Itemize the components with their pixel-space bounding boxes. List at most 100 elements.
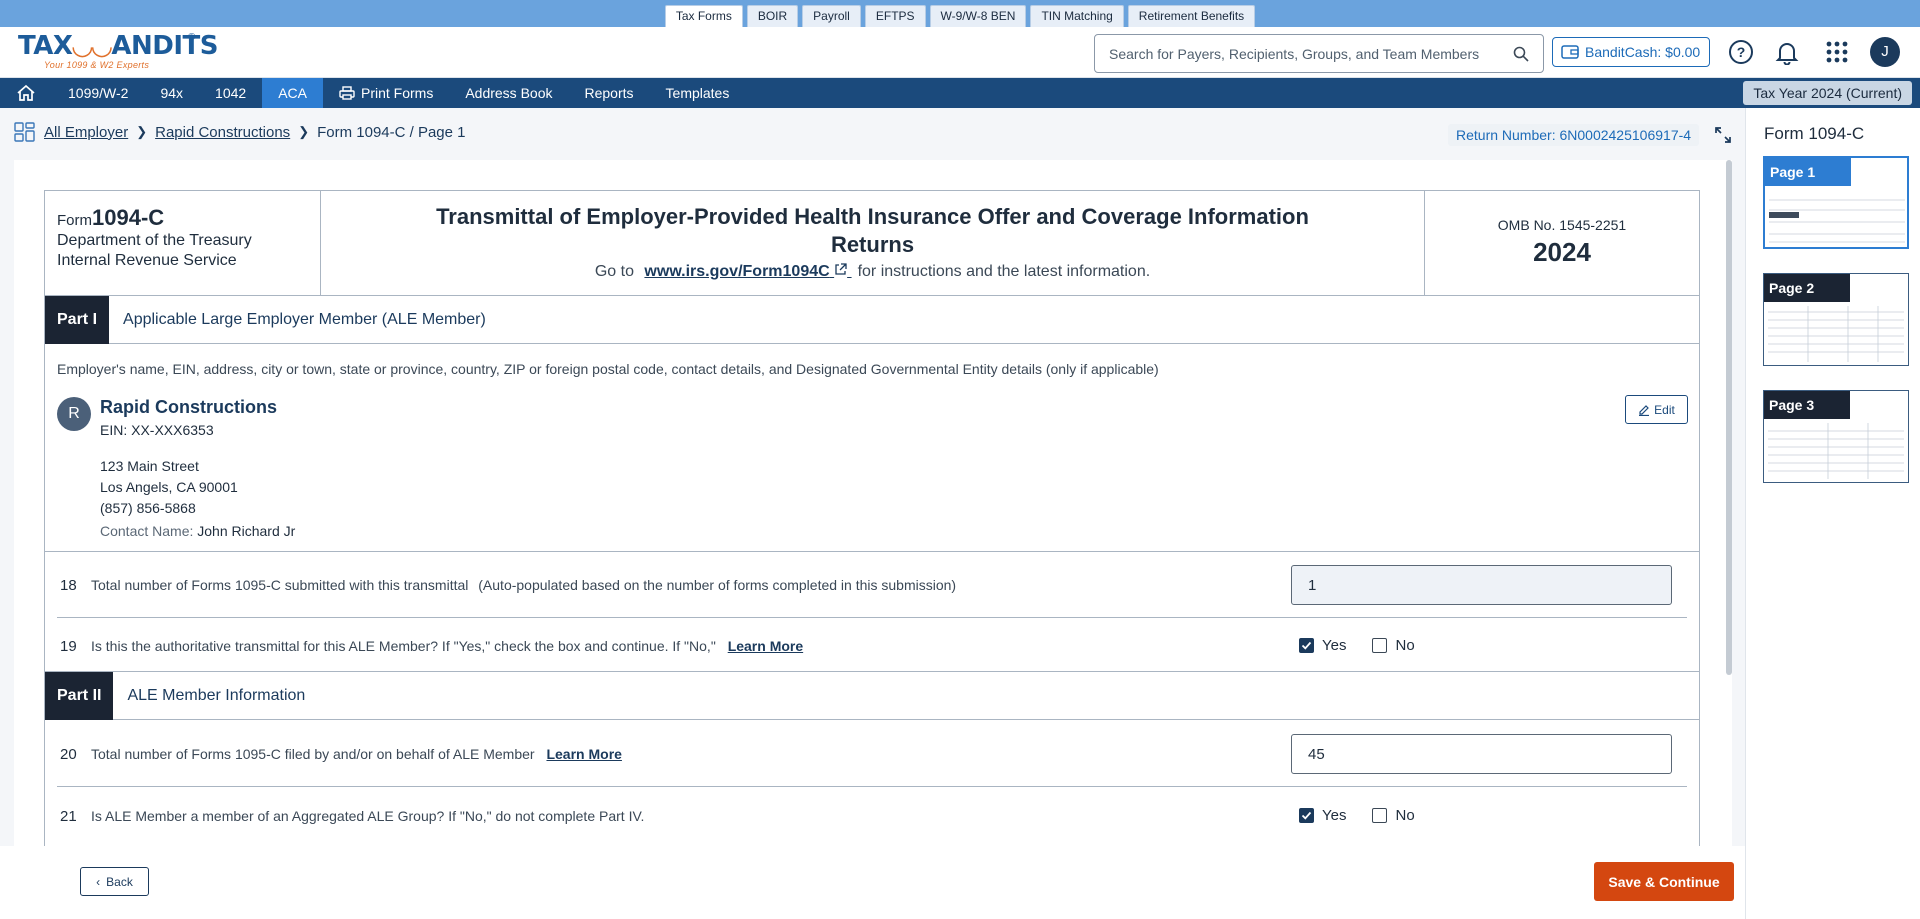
line-18-input[interactable] (1291, 565, 1672, 605)
nav-aca[interactable]: ACA (262, 78, 323, 108)
save-continue-button[interactable]: Save & Continue (1594, 862, 1734, 901)
global-search[interactable] (1094, 34, 1544, 73)
line-18-label: Total number of Forms 1095-C submitted w… (91, 577, 469, 593)
page-thumb-1[interactable]: Page 1 (1763, 156, 1909, 249)
nav-home[interactable] (0, 78, 52, 108)
checkbox-checked-icon[interactable] (1299, 808, 1314, 823)
nav-94x[interactable]: 94x (144, 78, 199, 108)
edit-label: Edit (1654, 402, 1675, 417)
bell-icon[interactable] (1774, 39, 1800, 65)
product-tab-retirement-benefits[interactable]: Retirement Benefits (1127, 5, 1256, 27)
product-tab-w9-w8ben[interactable]: W-9/W-8 BEN (929, 5, 1027, 27)
product-tab-payroll[interactable]: Payroll (802, 5, 861, 27)
home-icon (17, 84, 35, 101)
logo-text-b: ANDITS (111, 31, 218, 61)
expand-icon[interactable] (1714, 126, 1732, 144)
part1-header: Part I Applicable Large Employer Member … (45, 295, 1699, 344)
line-21-options: Yes No (1299, 807, 1433, 824)
edit-employer-button[interactable]: Edit (1625, 395, 1688, 424)
page-thumb-3-label: Page 3 (1764, 391, 1850, 419)
line-19-yes-label: Yes (1322, 637, 1347, 654)
form-identity: Form1094-C Department of the Treasury In… (45, 191, 321, 296)
line-20-learn-more-link[interactable]: Learn More (546, 746, 621, 762)
line-21-no-label: No (1395, 807, 1415, 824)
line-20-number: 20 (60, 745, 77, 763)
product-tab-boir[interactable]: BOIR (746, 5, 799, 27)
form-title-block: Transmittal of Employer-Provided Health … (321, 191, 1425, 296)
line-19-no-label: No (1395, 637, 1415, 654)
employer-contact: Contact Name: John Richard Jr (100, 523, 295, 539)
back-button[interactable]: ‹ Back (80, 867, 149, 896)
product-tab-tax-forms[interactable]: Tax Forms (664, 5, 743, 27)
line-19: 19 Is this the authoritative transmittal… (45, 629, 1699, 663)
contact-name-label: Contact Name: (100, 523, 194, 539)
footer-bar: ‹ Back Save & Continue (0, 846, 1745, 919)
wallet-icon (1561, 45, 1579, 59)
page-thumb-2[interactable]: Page 2 (1763, 273, 1909, 366)
breadcrumb: All Employer ❯ Rapid Constructions ❯ For… (14, 122, 466, 142)
apps-grid-icon[interactable] (1824, 39, 1850, 65)
product-tab-eftps[interactable]: EFTPS (864, 5, 926, 27)
dept-line2: Internal Revenue Service (57, 252, 237, 269)
employer-address-line2: Los Angels, CA 90001 (100, 479, 238, 495)
form-number: Form1094-C (57, 205, 308, 231)
line-20-text: Total number of Forms 1095-C filed by an… (91, 746, 622, 762)
part2-title: ALE Member Information (127, 686, 306, 704)
taxbandits-logo[interactable]: TAX◡◡ANDITS ® Your 1099 & W2 Experts (18, 32, 218, 74)
help-icon[interactable]: ? (1728, 39, 1754, 65)
tax-year-selector[interactable]: Tax Year 2024 (Current) (1743, 81, 1912, 105)
nav-print-forms[interactable]: Print Forms (323, 78, 449, 108)
line-19-label: Is this the authoritative transmittal fo… (91, 638, 716, 654)
chevron-left-icon: ‹ (96, 874, 101, 889)
line-19-text: Is this the authoritative transmittal fo… (91, 638, 803, 654)
line-19-learn-more-link[interactable]: Learn More (728, 638, 803, 654)
product-tab-tin-matching[interactable]: TIN Matching (1030, 5, 1124, 27)
svg-text:?: ? (1737, 44, 1746, 60)
line-20-label: Total number of Forms 1095-C filed by an… (91, 746, 535, 762)
line-20: 20 Total number of Forms 1095-C filed by… (45, 734, 1699, 774)
form-header: Form1094-C Department of the Treasury In… (45, 191, 1699, 296)
line-21-number: 21 (60, 807, 77, 825)
nav-1099-w2[interactable]: 1099/W-2 (52, 78, 144, 108)
form-panel[interactable]: Form1094-C Department of the Treasury In… (14, 160, 1732, 846)
logo-wordmark: TAX◡◡ANDITS (18, 32, 218, 60)
employer-phone: (857) 856-5868 (100, 500, 196, 516)
employer-avatar: R (57, 397, 91, 431)
panel-scrollbar[interactable] (1726, 160, 1732, 675)
checkbox-unchecked-icon[interactable] (1372, 808, 1388, 823)
page-preview (1768, 306, 1904, 362)
bandit-cash-button[interactable]: BanditCash: $0.00 (1552, 37, 1710, 67)
checkbox-checked-icon[interactable] (1299, 638, 1314, 653)
form-instructions: Go to www.irs.gov/Form1094C for instruct… (321, 263, 1424, 281)
page-thumb-3[interactable]: Page 3 (1763, 390, 1909, 483)
search-input[interactable] (1109, 45, 1513, 62)
line-21-yes-option[interactable]: Yes (1299, 807, 1346, 824)
omb-number: OMB No. 1545-2251 (1497, 217, 1627, 233)
irs-form-link[interactable]: www.irs.gov/Form1094C (644, 263, 851, 280)
employer-address-line1: 123 Main Street (100, 458, 199, 474)
search-icon[interactable] (1513, 46, 1529, 62)
nav-templates[interactable]: Templates (650, 78, 746, 108)
line-19-no-option[interactable]: No (1372, 637, 1415, 654)
user-avatar[interactable]: J (1870, 37, 1900, 67)
nav-address-book[interactable]: Address Book (449, 78, 568, 108)
divider (57, 617, 1687, 618)
page-thumb-2-label: Page 2 (1764, 274, 1850, 302)
dept-line1: Department of the Treasury (57, 232, 252, 249)
breadcrumb-all-employer[interactable]: All Employer (44, 124, 128, 141)
checkbox-unchecked-icon[interactable] (1372, 638, 1388, 653)
line-19-yes-option[interactable]: Yes (1299, 637, 1346, 654)
chevron-right-icon: ❯ (136, 124, 148, 139)
printer-icon (339, 86, 355, 100)
line-21-text: Is ALE Member a member of an Aggregated … (91, 808, 645, 824)
irs-form-link-text: www.irs.gov/Form1094C (644, 263, 830, 280)
main-nav: 1099/W-2 94x 1042 ACA Print Forms Addres… (0, 78, 1920, 108)
nav-1042[interactable]: 1042 (199, 78, 262, 108)
nav-reports[interactable]: Reports (569, 78, 650, 108)
line-21-no-option[interactable]: No (1372, 807, 1415, 824)
page-navigator-title: Form 1094-C (1764, 124, 1865, 143)
dashboard-icon[interactable] (14, 122, 36, 142)
line-20-input[interactable] (1291, 734, 1672, 774)
employer-name: Rapid Constructions (100, 397, 278, 417)
breadcrumb-employer[interactable]: Rapid Constructions (155, 124, 290, 141)
